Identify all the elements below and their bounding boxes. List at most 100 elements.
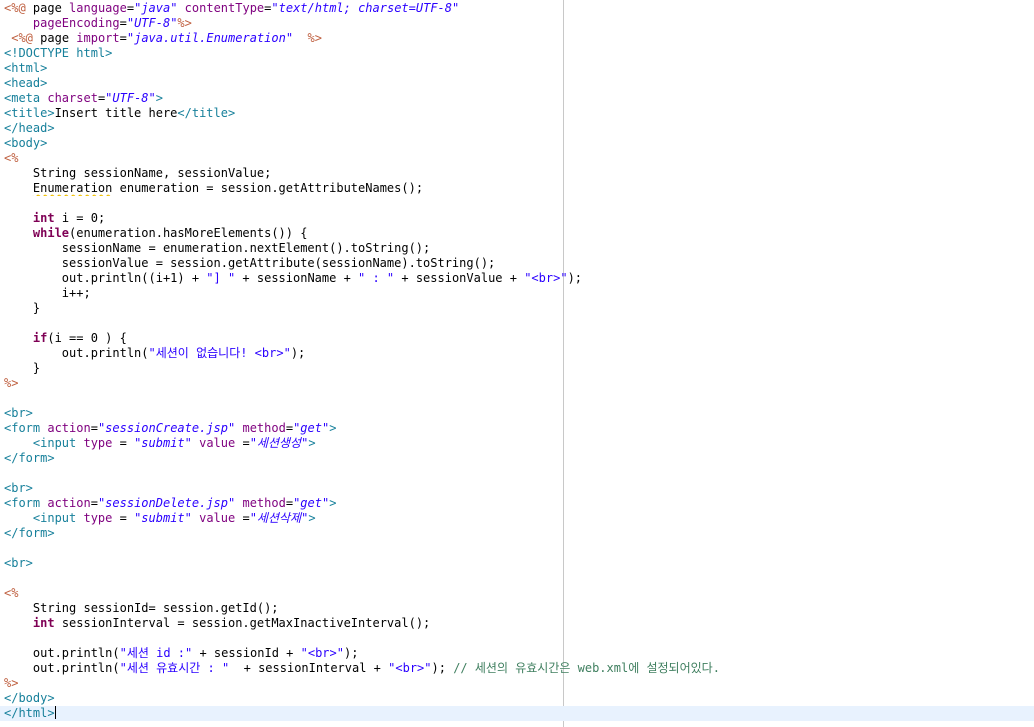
code-token: "세션생성" <box>249 436 309 450</box>
code-line[interactable]: <title>Insert title here</title> <box>0 106 1034 121</box>
code-line[interactable]: int sessionInterval = session.getMaxInac… <box>0 616 1034 631</box>
code-token: <% <box>4 151 19 165</box>
code-token: "] " <box>206 271 236 285</box>
code-line[interactable]: out.println("세션 id :" + sessionId + "<br… <box>0 646 1034 661</box>
code-line[interactable]: <input type = "submit" value ="세션삭제"> <box>0 511 1034 526</box>
code-line[interactable]: Enumeration enumeration = session.getAtt… <box>0 181 1034 196</box>
code-line[interactable]: if(i == 0 ) { <box>0 331 1034 346</box>
code-token: > <box>329 421 337 435</box>
code-line[interactable]: out.println((i+1) + "] " + sessionName +… <box>0 271 1034 286</box>
code-line[interactable]: int i = 0; <box>0 211 1034 226</box>
code-token: "submit" <box>134 511 192 525</box>
code-line[interactable]: </form> <box>0 526 1034 541</box>
code-token: (i == 0 ) { <box>47 331 127 345</box>
code-token: value <box>199 511 236 525</box>
code-line[interactable] <box>0 316 1034 331</box>
code-line[interactable]: </html> <box>0 706 1034 721</box>
code-token: <body> <box>4 136 48 150</box>
code-token: <head> <box>4 76 48 90</box>
code-line[interactable]: </form> <box>0 451 1034 466</box>
code-token: </head> <box>4 121 55 135</box>
code-token: </form> <box>4 451 55 465</box>
code-line[interactable]: <% <box>0 151 1034 166</box>
code-line[interactable]: <head> <box>0 76 1034 91</box>
code-token: %> <box>307 31 322 45</box>
code-line[interactable]: <input type = "submit" value ="세션생성"> <box>0 436 1034 451</box>
code-line[interactable]: sessionValue = session.getAttribute(sess… <box>0 256 1034 271</box>
code-token: type <box>83 511 113 525</box>
code-token: <form <box>4 421 48 435</box>
code-token: "세션삭제" <box>249 511 309 525</box>
code-line[interactable] <box>0 541 1034 556</box>
code-line[interactable] <box>0 391 1034 406</box>
code-line[interactable]: pageEncoding="UTF-8"%> <box>0 16 1034 31</box>
code-line[interactable]: String sessionName, sessionValue; <box>0 166 1034 181</box>
code-token: enumeration = session.getAttributeNames(… <box>112 181 424 195</box>
code-token: <!DOCTYPE html> <box>4 46 113 60</box>
code-line[interactable]: <%@ page import="java.util.Enumeration" … <box>0 31 1034 46</box>
code-token: "submit" <box>134 436 192 450</box>
code-token: int <box>32 211 55 225</box>
code-token: int <box>32 616 55 630</box>
code-line[interactable]: <meta charset="UTF-8"> <box>0 91 1034 106</box>
code-line[interactable] <box>0 631 1034 646</box>
code-token: "UTF-8" <box>126 16 178 30</box>
code-line[interactable]: i++; <box>0 286 1034 301</box>
code-token: <%@ <box>4 1 26 15</box>
code-line[interactable]: while(enumeration.hasMoreElements()) { <box>0 226 1034 241</box>
code-line[interactable]: <html> <box>0 61 1034 76</box>
code-token: ); <box>343 646 359 660</box>
code-line[interactable]: String sessionId= session.getId(); <box>0 601 1034 616</box>
code-line[interactable]: } <box>0 301 1034 316</box>
code-token: </form> <box>4 526 55 540</box>
code-line[interactable]: <br> <box>0 406 1034 421</box>
code-line[interactable]: <form action="sessionCreate.jsp" method=… <box>0 421 1034 436</box>
code-line[interactable]: <br> <box>0 556 1034 571</box>
code-token: page <box>32 31 77 45</box>
code-token: <br> <box>4 406 33 420</box>
code-editor[interactable]: <%@ page language="java" contentType="te… <box>0 0 1034 727</box>
code-line[interactable]: <%@ page language="java" contentType="te… <box>0 1 1034 16</box>
code-line[interactable]: </head> <box>0 121 1034 136</box>
code-line[interactable]: out.println("세션 유효시간 : " + sessionInterv… <box>0 661 1034 676</box>
code-token: = <box>119 31 127 45</box>
code-line[interactable]: <% <box>0 586 1034 601</box>
code-line[interactable]: } <box>0 361 1034 376</box>
code-token: "세션 id :" <box>119 646 193 660</box>
code-line[interactable]: <form action="sessionDelete.jsp" method=… <box>0 496 1034 511</box>
code-token: type <box>83 436 113 450</box>
code-token: = <box>90 496 98 510</box>
code-line[interactable] <box>0 196 1034 211</box>
code-token: sessionInterval = session.getMaxInactive… <box>54 616 431 630</box>
code-line[interactable]: %> <box>0 376 1034 391</box>
code-token: = <box>235 511 250 525</box>
code-token: "세션 유효시간 : " <box>119 661 230 675</box>
code-line[interactable]: </body> <box>0 691 1034 706</box>
code-token: </html> <box>4 706 55 720</box>
code-lines[interactable]: <%@ page language="java" contentType="te… <box>0 1 1034 721</box>
code-token: = <box>235 436 250 450</box>
code-token: </title> <box>177 106 236 120</box>
code-token: ); <box>431 661 454 675</box>
code-token: sessionValue = session.getAttribute(sess… <box>4 256 496 270</box>
code-token: while <box>32 226 70 240</box>
code-line[interactable] <box>0 571 1034 586</box>
code-line[interactable]: <br> <box>0 481 1034 496</box>
code-token: "java" <box>134 1 178 15</box>
code-line[interactable]: out.println("세션이 없습니다! <br>"); <box>0 346 1034 361</box>
code-token: import <box>76 31 120 45</box>
code-token: Enumeration <box>32 181 113 195</box>
code-line[interactable]: <body> <box>0 136 1034 151</box>
code-line[interactable]: sessionName = enumeration.nextElement().… <box>0 241 1034 256</box>
code-line[interactable] <box>0 466 1034 481</box>
code-token: method <box>242 421 286 435</box>
code-line[interactable]: %> <box>0 676 1034 691</box>
code-token: = <box>112 436 135 450</box>
code-token: + sessionValue + <box>394 271 525 285</box>
code-token: language <box>69 1 127 15</box>
code-line[interactable]: <!DOCTYPE html> <box>0 46 1034 61</box>
